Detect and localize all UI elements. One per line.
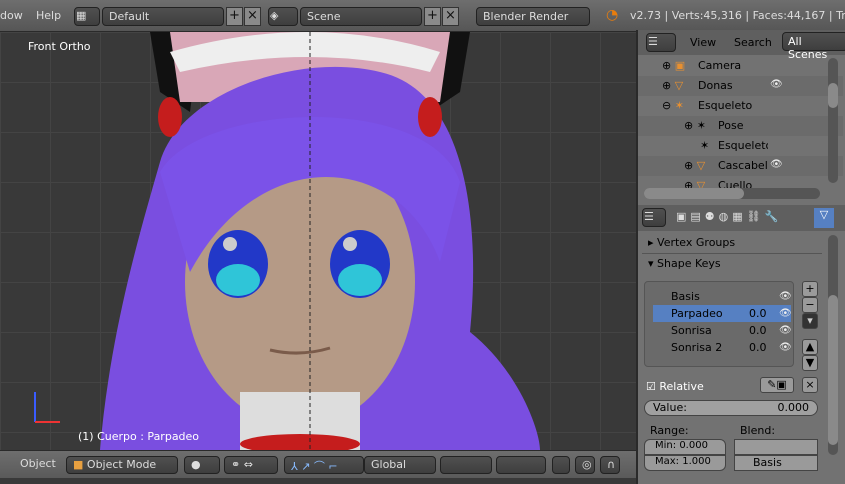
lock-layer-icon[interactable] bbox=[552, 456, 570, 474]
menu-help[interactable]: Help bbox=[36, 9, 61, 22]
scene-stats: v2.73 | Verts:45,316 | Faces:44,167 | Tr… bbox=[630, 9, 845, 22]
eye-icon[interactable]: 👁 bbox=[770, 159, 783, 170]
properties-tabs[interactable]: ☰ ▣▤⚉◍▦⛓🔧 ▽ bbox=[638, 205, 845, 231]
snap-icon[interactable]: ∩ bbox=[600, 456, 620, 474]
mode-label: Object Mode bbox=[86, 458, 157, 471]
remove-layout-button[interactable]: × bbox=[244, 7, 261, 26]
view-label: Front Ortho bbox=[28, 40, 91, 53]
object-menu[interactable]: Object bbox=[20, 457, 56, 470]
editor-type-select[interactable]: ☰ bbox=[646, 33, 676, 52]
relative-checkbox[interactable]: ☑ Relative bbox=[646, 380, 704, 393]
viewport-header: Object ■ Object Mode ● ⚭ ⇔ ⅄ ↗ ⌒ ⌐ Globa… bbox=[0, 450, 636, 478]
add-shape-key-button[interactable]: + bbox=[802, 281, 818, 297]
properties-editor: ☰ ▣▤⚉◍▦⛓🔧 ▽ ▸ Vertex Groups ▾ Shape Keys… bbox=[636, 205, 845, 484]
shape-key-item[interactable]: Sonrisa 2 0.0 👁 bbox=[653, 339, 792, 356]
display-mode-select[interactable]: All Scenes bbox=[782, 32, 845, 61]
outliner-item[interactable]: ⊕ ▽ Cascabel 👁 bbox=[638, 156, 843, 176]
layout-icon[interactable]: ▦ bbox=[74, 7, 100, 26]
properties-scrollbar[interactable] bbox=[828, 235, 838, 455]
remove-shape-key-button[interactable]: − bbox=[802, 297, 818, 313]
menu-window[interactable]: dow bbox=[0, 9, 23, 22]
vertex-groups-panel[interactable]: ▸ Vertex Groups bbox=[648, 236, 735, 249]
3d-viewport[interactable]: Front Ortho (1) Cuerpo : Parpadeo bbox=[0, 32, 636, 450]
outliner: ☰ View Search All Scenes ⊕ ▣ Camera ⊕ ▽ Do… bbox=[636, 30, 845, 205]
search-menu[interactable]: Search bbox=[734, 36, 772, 49]
manipulator-buttons[interactable]: ⅄ ↗ ⌒ ⌐ bbox=[284, 456, 364, 474]
proportional-edit-icon[interactable]: ◎ bbox=[575, 456, 595, 474]
view-menu[interactable]: View bbox=[690, 36, 716, 49]
range-label: Range: bbox=[650, 424, 689, 437]
outliner-item[interactable]: ⊖ ✶ Esqueleto bbox=[638, 96, 843, 116]
top-header: dow Help ▦ Default + × ◈ Scene + × Blend… bbox=[0, 0, 845, 32]
orientation-select[interactable]: Global bbox=[364, 456, 436, 474]
shape-key-item[interactable]: Basis 👁 bbox=[653, 288, 792, 305]
blender-logo-icon: ◔ bbox=[606, 7, 619, 23]
add-scene-button[interactable]: + bbox=[424, 7, 441, 26]
render-engine-select[interactable]: Blender Render bbox=[476, 7, 590, 26]
character-model bbox=[34, 32, 540, 450]
shape-key-specials-button[interactable]: ▾ bbox=[802, 313, 818, 329]
shape-key-item[interactable]: Sonrisa 0.0 👁 bbox=[653, 322, 792, 339]
outliner-item[interactable]: ⊕ ▽ Cuello bbox=[638, 176, 843, 188]
move-up-button[interactable]: ▲ bbox=[802, 339, 818, 355]
outliner-item[interactable]: ✶ Esqueleto bbox=[638, 136, 843, 156]
data-tab-icon[interactable]: ▽ bbox=[814, 208, 834, 228]
eye-icon[interactable]: 👁 bbox=[770, 79, 783, 90]
outliner-item[interactable]: ⊕ ▽ Donas 👁 bbox=[638, 76, 843, 96]
move-down-button[interactable]: ▼ bbox=[802, 355, 818, 371]
outliner-item[interactable]: ⊕ ▣ Camera bbox=[638, 56, 843, 76]
blend-label: Blend: bbox=[740, 424, 776, 437]
shape-key-list: Basis 👁 Parpadeo 0.0 👁 Sonrisa 0.0 👁 Sonrisa … bbox=[644, 281, 794, 367]
shading-select[interactable]: ● bbox=[184, 456, 220, 474]
relative-key-field[interactable]: Basis bbox=[734, 455, 818, 471]
object-label: (1) Cuerpo : Parpadeo bbox=[78, 430, 200, 443]
outliner-item[interactable]: ⊕ ✶ Pose bbox=[638, 116, 843, 136]
layout-select[interactable]: Default bbox=[102, 7, 224, 26]
value-slider[interactable]: Value: 0.000 bbox=[644, 400, 818, 416]
vertical-scrollbar[interactable] bbox=[828, 58, 838, 183]
min-field[interactable]: Min: 0.000 bbox=[644, 439, 726, 455]
shape-keys-panel[interactable]: ▾ Shape Keys bbox=[648, 257, 721, 270]
clear-shape-button[interactable]: × bbox=[802, 377, 818, 393]
vertex-group-field[interactable] bbox=[734, 439, 818, 455]
layers-1[interactable] bbox=[440, 456, 492, 474]
remove-scene-button[interactable]: × bbox=[442, 7, 459, 26]
shape-key-item[interactable]: Parpadeo 0.0 👁 bbox=[653, 305, 792, 322]
add-layout-button[interactable]: + bbox=[226, 7, 243, 26]
scene-icon[interactable]: ◈ bbox=[268, 7, 298, 26]
mode-select[interactable]: ■ Object Mode bbox=[66, 456, 178, 474]
max-field[interactable]: Max: 1.000 bbox=[644, 455, 726, 471]
pivot-select[interactable]: ⚭ ⇔ bbox=[224, 456, 278, 474]
scene-select[interactable]: Scene bbox=[300, 7, 422, 26]
layers-2[interactable] bbox=[496, 456, 546, 474]
horizontal-scrollbar[interactable] bbox=[644, 188, 820, 199]
shape-key-lock-button[interactable]: ✎▣ bbox=[760, 377, 794, 393]
